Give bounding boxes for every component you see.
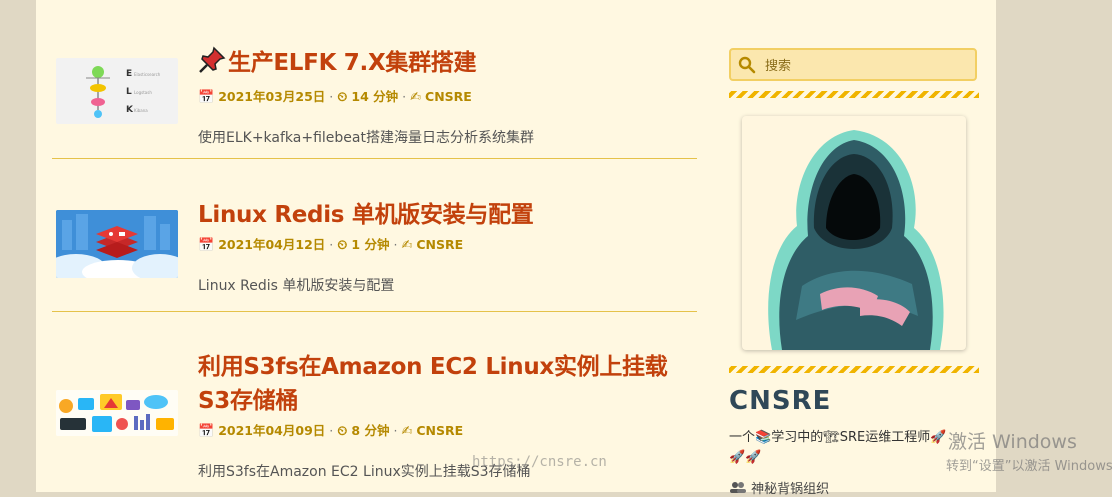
bio-text: 学习中的: [771, 430, 824, 445]
post-meta: 📅 2021年03月25日 · ⏲ 14 分钟 · ✍ CNSRE: [198, 86, 693, 105]
post-summary: Linux Redis 单机版安装与配置: [198, 278, 395, 294]
post-date: 2021年04月12日: [218, 237, 326, 252]
calendar-icon: 📅: [198, 238, 215, 253]
organization-row: 神秘背锅组织: [729, 478, 829, 497]
post-meta: 📅 2021年04月12日 · ⏲ 1 分钟 · ✍ CNSRE: [198, 234, 693, 253]
post-thumbnail-elk[interactable]: E Elasticsearch L Logstash K Kibana: [56, 58, 178, 124]
meta-separator: ·: [329, 423, 334, 438]
post-title[interactable]: 利用S3fs在Amazon EC2 Linux实例上挂载S3存储桶: [198, 350, 693, 418]
writing-hand-icon: ✍: [401, 238, 413, 253]
bio-text: 一个: [729, 430, 756, 445]
post-summary: 使用ELK+kafka+filebeat搭建海量日志分析系统集群: [198, 130, 534, 146]
post-title[interactable]: 生产ELFK 7.X集群搭建: [198, 46, 693, 84]
elk-word-l: Logstash: [134, 90, 152, 95]
post-item: 利用S3fs在Amazon EC2 Linux实例上挂载S3存储桶 📅 2021年…: [52, 350, 697, 492]
page-container: E Elasticsearch L Logstash K Kibana 生产EL…: [36, 0, 996, 497]
timer-icon: ⏲: [337, 238, 348, 253]
post-divider: [52, 311, 697, 312]
elk-word-k: Kibana: [134, 108, 148, 113]
meta-separator: ·: [402, 89, 407, 104]
writing-hand-icon: ✍: [410, 90, 422, 105]
post-thumbnail-s3[interactable]: [56, 390, 178, 436]
post-read-time: 14 分钟: [351, 89, 399, 104]
elk-letter-l: L: [126, 87, 132, 97]
timer-icon: ⏲: [337, 424, 348, 439]
timer-icon: ⏲: [337, 90, 348, 105]
decorative-stripe: [729, 91, 979, 98]
elk-letter-k: K: [126, 105, 134, 115]
meta-separator: ·: [393, 423, 398, 438]
search-input[interactable]: [763, 55, 967, 77]
windows-activation-title: 激活 Windows: [948, 431, 1077, 453]
post-title[interactable]: Linux Redis 单机版安装与配置: [198, 198, 693, 232]
avatar[interactable]: [742, 116, 966, 350]
post-divider: [52, 158, 697, 159]
elk-letter-e: E: [126, 69, 132, 79]
post-author[interactable]: CNSRE: [425, 89, 472, 104]
post-meta: 📅 2021年04月09日 · ⏲ 8 分钟 · ✍ CNSRE: [198, 420, 693, 439]
post-title-text[interactable]: 生产ELFK 7.X集群搭建: [228, 50, 476, 76]
calendar-icon: 📅: [198, 90, 215, 105]
post-body: 利用S3fs在Amazon EC2 Linux实例上挂载S3存储桶 📅 2021年…: [198, 350, 693, 481]
search-box[interactable]: [729, 48, 977, 81]
site-title[interactable]: CNSRE: [729, 386, 831, 416]
post-date: 2021年04月09日: [218, 423, 326, 438]
post-read-time: 8 分钟: [351, 423, 390, 438]
site-bio: 一个📚学习中的🏗SRE运维工程师🚀 🚀🚀: [729, 428, 979, 468]
rocket-icon: 🚀: [930, 430, 947, 445]
cloud-storage-illustration: [56, 390, 178, 436]
meta-separator: ·: [393, 237, 398, 252]
site-watermark: https://cnsre.cn: [472, 454, 607, 470]
post-thumbnail-redis[interactable]: [56, 210, 178, 278]
construction-icon: 🏗: [823, 430, 840, 445]
redis-logo-image: [56, 210, 178, 278]
post-author[interactable]: CNSRE: [416, 237, 463, 252]
elk-diagram-image: E Elasticsearch L Logstash K Kibana: [86, 66, 161, 118]
meta-separator: ·: [329, 89, 334, 104]
windows-activation-hint: 转到“设置”以激活 Windows: [946, 459, 1112, 474]
post-author[interactable]: CNSRE: [416, 423, 463, 438]
users-icon: [729, 482, 751, 497]
post-summary: 利用S3fs在Amazon EC2 Linux实例上挂载S3存储桶: [198, 464, 531, 480]
calendar-icon: 📅: [198, 424, 215, 439]
writing-hand-icon: ✍: [401, 424, 413, 439]
decorative-stripe: [729, 366, 979, 373]
hooded-figure-avatar-image: [768, 130, 944, 350]
post-body: 生产ELFK 7.X集群搭建 📅 2021年03月25日 · ⏲ 14 分钟 · ✍ CNSR…: [198, 46, 693, 147]
pushpin-icon: [198, 46, 228, 84]
post-body: Linux Redis 单机版安装与配置 📅 2021年04月12日 · ⏲ 1 分钟 ·…: [198, 198, 693, 295]
post-date: 2021年03月25日: [218, 89, 326, 104]
post-read-time: 1 分钟: [351, 237, 390, 252]
elk-word-e: Elasticsearch: [134, 72, 161, 77]
rocket-icons: 🚀🚀: [729, 450, 762, 465]
search-icon[interactable]: [738, 56, 756, 74]
organization-name: 神秘背锅组织: [751, 482, 830, 497]
books-icon: 📚: [755, 430, 772, 445]
bio-text: SRE运维工程师: [839, 430, 931, 445]
post-item: Linux Redis 单机版安装与配置 📅 2021年04月12日 · ⏲ 1 分钟 ·…: [52, 198, 697, 310]
meta-separator: ·: [329, 237, 334, 252]
post-item: E Elasticsearch L Logstash K Kibana 生产EL…: [52, 46, 697, 158]
